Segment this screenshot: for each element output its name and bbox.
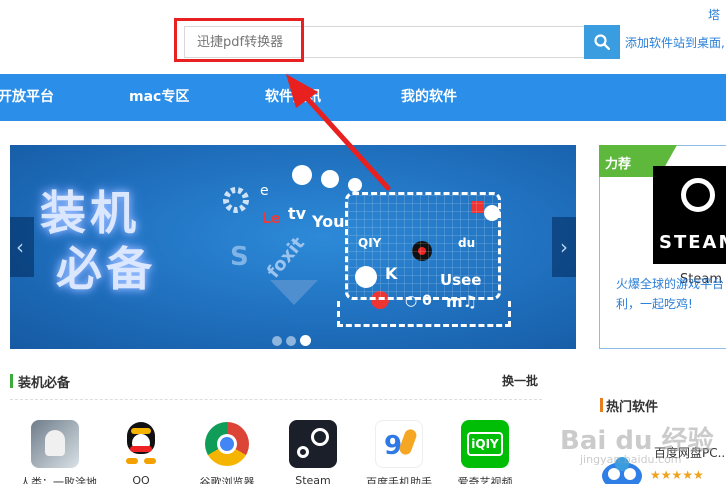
chrome-icon bbox=[203, 420, 251, 468]
app-name: 百度手机助手 bbox=[366, 476, 432, 484]
app-item[interactable]: 9 百度手机助手 bbox=[364, 420, 434, 484]
featured-card[interactable]: 力荐 STEAM Steam 火爆全球的游戏平台利，一起吃鸡! bbox=[599, 145, 726, 349]
banner-dot-active[interactable] bbox=[300, 335, 311, 346]
banner-dot[interactable] bbox=[286, 336, 296, 346]
nav-item-my-software[interactable]: 我的软件 bbox=[401, 74, 457, 121]
app-name: QQ bbox=[132, 474, 150, 484]
featured-description[interactable]: 火爆全球的游戏平台利，一起吃鸡! bbox=[616, 274, 726, 314]
svg-text:You: You bbox=[311, 212, 345, 231]
banner-prev-button[interactable]: ‹ bbox=[10, 217, 34, 277]
section-title: 装机必备 bbox=[18, 376, 71, 391]
app-item[interactable]: 谷歌浏览器 bbox=[192, 420, 262, 484]
refresh-batch-link[interactable]: 换一批 bbox=[502, 372, 538, 389]
search-input[interactable] bbox=[184, 26, 592, 58]
search-button[interactable] bbox=[584, 25, 620, 59]
human-fall-flat-icon bbox=[31, 420, 79, 468]
search-area bbox=[174, 18, 620, 62]
baidu-assistant-icon: 9 bbox=[375, 420, 423, 468]
banner-dot[interactable] bbox=[272, 336, 282, 346]
banner-pagination bbox=[272, 331, 315, 349]
nav-item-news[interactable]: 软件资讯 bbox=[265, 74, 321, 121]
app-item[interactable]: QQ bbox=[106, 420, 176, 484]
section-accent-bar bbox=[10, 374, 13, 388]
hot-software-title: 热门软件 bbox=[606, 400, 659, 415]
svg-text:foxit: foxit bbox=[263, 233, 309, 282]
monitor-stand-graphic bbox=[337, 301, 511, 327]
featured-tag: 力荐 bbox=[605, 157, 632, 172]
hot-software-name: 百度网盘PC... bbox=[654, 446, 726, 460]
steam-logo-icon: STEAM bbox=[653, 166, 726, 264]
top-user-link[interactable]: 塔 bbox=[708, 6, 720, 23]
app-name: 人类：一败涂地 bbox=[20, 476, 97, 484]
add-to-desktop-link[interactable]: 添加软件站到桌面, bbox=[625, 34, 725, 51]
app-name: 谷歌浏览器 bbox=[199, 476, 255, 484]
banner-title: 装机 必备 bbox=[40, 186, 156, 296]
section-header: 装机必备 换一批 bbox=[10, 372, 542, 400]
banner-next-button[interactable]: › bbox=[552, 217, 576, 277]
hot-accent-bar bbox=[600, 398, 603, 412]
monitor-graphic bbox=[345, 192, 501, 300]
svg-text:tv: tv bbox=[288, 204, 307, 223]
main-nav: 开放平台 mac专区 软件资讯 我的软件 bbox=[0, 74, 726, 121]
svg-text:Le: Le bbox=[262, 211, 280, 227]
rating-stars: ★★★★★ bbox=[650, 468, 704, 482]
qq-penguin-icon bbox=[117, 420, 165, 468]
app-grid: 人类：一败涂地 QQ 谷歌浏览器 Steam 9 百度手机助手 iQIY 爱奇艺… bbox=[10, 420, 570, 484]
baidu-netdisk-icon bbox=[602, 457, 642, 484]
app-name: Steam bbox=[295, 474, 331, 484]
steam-icon bbox=[289, 420, 337, 468]
app-name: 爱奇艺视频 bbox=[457, 476, 513, 484]
search-icon bbox=[594, 34, 610, 50]
svg-text:e: e bbox=[260, 183, 269, 199]
app-item[interactable]: iQIY 爱奇艺视频 bbox=[450, 420, 520, 484]
app-item[interactable]: Steam bbox=[278, 420, 348, 484]
nav-item-open-platform[interactable]: 开放平台 bbox=[0, 74, 54, 121]
app-item[interactable]: 人类：一败涂地 bbox=[20, 420, 97, 484]
nav-item-mac[interactable]: mac专区 bbox=[129, 74, 189, 121]
svg-text:S: S bbox=[230, 242, 249, 272]
hero-banner[interactable]: 装机 必备 e Le tv You S foxit QIY K du Usee … bbox=[10, 145, 576, 349]
iqiyi-icon: iQIY bbox=[461, 420, 509, 468]
